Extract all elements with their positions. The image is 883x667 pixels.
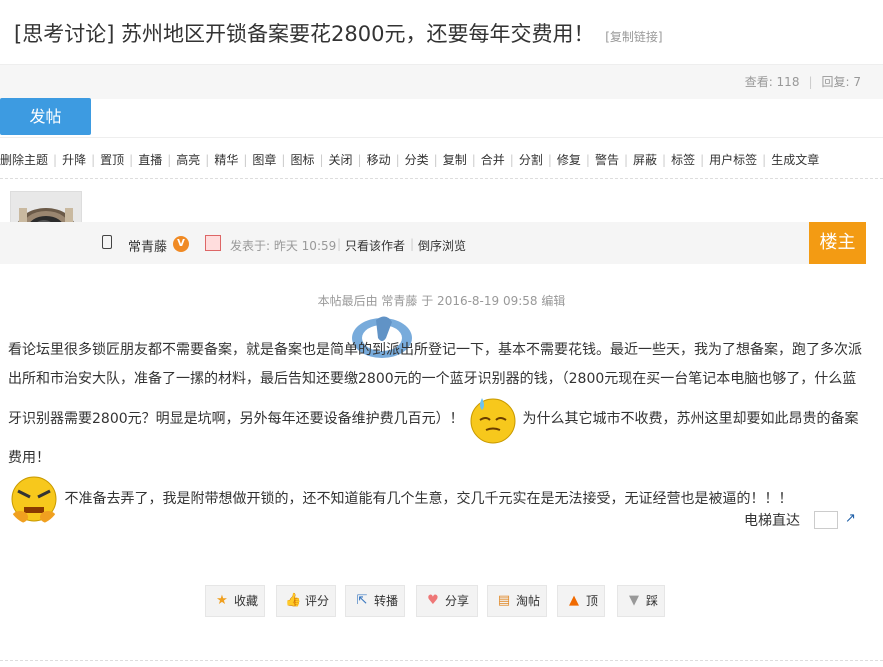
post-time: 发表于: 昨天 10:59 [230, 239, 337, 253]
moderation-action[interactable]: 删除主题 [0, 153, 48, 167]
moderation-action[interactable]: 警告 [595, 153, 619, 167]
reverse-order-link[interactable]: 倒序浏览 [418, 237, 466, 254]
action-button-6[interactable]: ▼ 踩 [617, 585, 665, 617]
moderation-action[interactable]: 屏蔽 [633, 153, 657, 167]
moderation-action[interactable]: 高亮 [176, 153, 200, 167]
divider: | [433, 153, 438, 167]
action-button-1[interactable]: 👍 评分 [276, 585, 336, 617]
thumb-icon: 👍 [285, 593, 302, 608]
divider: | [509, 153, 514, 167]
post-paragraph-3: 不准备去弄了，我是附带想做开锁的，还不知道能有几个生意，交几千元实在是无法接受，… [64, 491, 793, 507]
moderation-action[interactable]: 图章 [252, 153, 276, 167]
thread-stats: 查看: 118 | 回复: 7 [744, 75, 862, 89]
action-label: 收藏 [234, 594, 259, 608]
thread-stats-bar: 查看: 118 | 回复: 7 [0, 65, 883, 99]
moderation-action[interactable]: 修复 [557, 153, 581, 167]
divider: | [129, 153, 134, 167]
action-label: 转播 [374, 594, 399, 608]
copy-link-button[interactable]: [复制链接] [605, 30, 662, 44]
action-label: 踩 [646, 594, 659, 608]
moderation-action[interactable]: 精华 [214, 153, 238, 167]
action-button-2[interactable]: ⇱ 转播 [345, 585, 405, 617]
moderation-action[interactable]: 图标 [290, 153, 314, 167]
online-status-icon [205, 235, 221, 251]
action-button-3[interactable]: ♥ 分享 [416, 585, 478, 617]
views-count: 查看: 118 [744, 75, 800, 89]
action-label: 淘帖 [516, 594, 541, 608]
moderation-action[interactable]: 分割 [519, 153, 543, 167]
heart-icon: ♥ [427, 593, 439, 608]
moderation-action[interactable]: 分类 [405, 153, 429, 167]
author-name[interactable]: 常青藤 [128, 236, 167, 255]
divider: | [243, 153, 248, 167]
sweat-face-icon [470, 398, 516, 444]
moderation-action[interactable]: 移动 [367, 153, 391, 167]
action-button-0[interactable]: ★ 收藏 [205, 585, 265, 617]
divider: | [762, 153, 767, 167]
share-out-icon: ⇱ [356, 593, 368, 608]
star-icon: ★ [216, 593, 228, 608]
divider: | [471, 153, 476, 167]
action-label: 顶 [586, 594, 599, 608]
action-button-5[interactable]: ▲ 顶 [557, 585, 605, 617]
up-arrow-icon: ▲ [569, 593, 579, 608]
divider: | [623, 153, 628, 167]
divider: | [319, 153, 324, 167]
moderation-action[interactable]: 标签 [671, 153, 695, 167]
moderation-action[interactable]: 用户标签 [709, 153, 757, 167]
divider: | [281, 153, 286, 167]
thread-header: [思考讨论] 苏州地区开锁备案要花2800元，还要每年交费用！ [复制链接] [0, 0, 883, 65]
divider: | [167, 153, 172, 167]
angry-face-icon [11, 476, 57, 523]
moderation-action[interactable]: 直播 [138, 153, 162, 167]
edit-note: 本帖最后由 常青藤 于 2016-8-19 09:58 编辑 [317, 294, 566, 308]
divider: | [205, 153, 210, 167]
replies-count: 回复: 7 [821, 75, 862, 89]
floor-jump-input[interactable] [814, 511, 838, 529]
divider: | [91, 153, 96, 167]
mobile-icon [102, 235, 112, 249]
moderation-action[interactable]: 置顶 [100, 153, 124, 167]
divider: | [700, 153, 705, 167]
floor-badge: 楼主 [809, 222, 866, 264]
moderation-items: 删除主题 | 升降 | 置顶 | 直播 | 高亮 | 精华 | 图章 | 图标 | 关闭 | 移动 | 分类 | 复制 | 合并… [0, 151, 819, 168]
new-post-button[interactable]: 发帖 [0, 98, 91, 135]
moderation-action[interactable]: 升降 [62, 153, 86, 167]
moderation-action[interactable]: 合并 [481, 153, 505, 167]
divider: | [395, 153, 400, 167]
author-only-link[interactable]: 只看该作者 [345, 237, 405, 254]
action-label: 评分 [305, 594, 330, 608]
floor-jump-label: 电梯直达 [744, 513, 800, 529]
divider: | [337, 237, 342, 251]
divider: | [662, 153, 667, 167]
divider: | [585, 153, 590, 167]
action-label: 分享 [445, 594, 470, 608]
divider: | [410, 237, 415, 251]
down-arrow-icon: ▼ [629, 593, 639, 608]
divider: | [53, 153, 58, 167]
action-button-4[interactable]: ▤ 淘帖 [487, 585, 547, 617]
thread-title-text: [思考讨论] 苏州地区开锁备案要花2800元，还要每年交费用！ [14, 22, 595, 46]
moderation-action[interactable]: 关闭 [329, 153, 353, 167]
moderation-toolbar: 删除主题 | 升降 | 置顶 | 直播 | 高亮 | 精华 | 图章 | 图标 | 关闭 | 移动 | 分类 | 复制 | 合并… [0, 137, 883, 179]
post-content: 看论坛里很多锁匠朋友都不需要备案，就是备案也是简单的到派出所登记一下，基本不需要… [8, 336, 866, 525]
divider: | [357, 153, 362, 167]
thread-title: [思考讨论] 苏州地区开锁备案要花2800元，还要每年交费用！ [复制链接] [14, 18, 663, 48]
moderation-action[interactable]: 生成文章 [771, 153, 819, 167]
moderation-action[interactable]: 复制 [443, 153, 467, 167]
vip-badge-icon: V [173, 236, 189, 252]
divider: | [547, 153, 552, 167]
collection-icon: ▤ [497, 593, 511, 608]
floor-jump-go-icon[interactable]: ↗ [845, 511, 859, 527]
divider [0, 660, 883, 661]
